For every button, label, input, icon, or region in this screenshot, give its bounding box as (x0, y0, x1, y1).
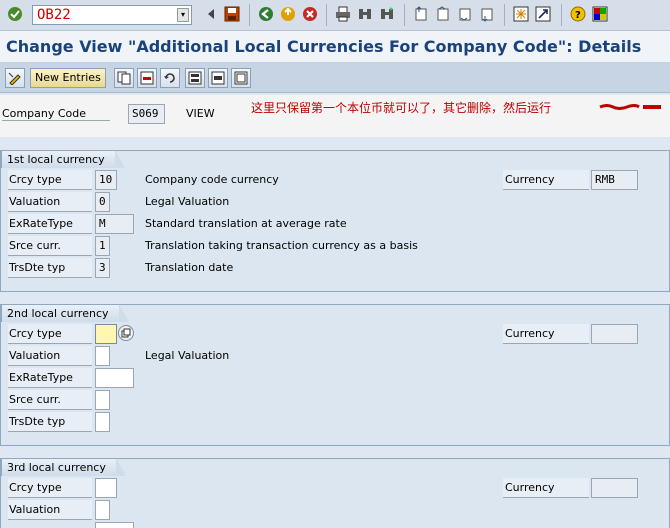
crcy-type-field[interactable] (95, 478, 117, 498)
create-session-icon[interactable] (512, 5, 530, 23)
redaction-scribble (599, 104, 661, 110)
trsdte-typ-field[interactable]: 3 (95, 258, 110, 278)
currency-field[interactable] (591, 478, 638, 498)
deselect-all-icon[interactable] (231, 68, 251, 88)
valuation-field[interactable]: 0 (95, 192, 110, 212)
valuation-label: Valuation (8, 192, 92, 212)
crcy-type-label: Crcy type (8, 324, 92, 344)
valuation-field[interactable] (95, 346, 110, 366)
trsdte-typ-desc: Translation date (145, 261, 234, 274)
exratetype-field[interactable] (95, 522, 134, 528)
exratetype-label: ExRateType (8, 214, 92, 234)
srce-curr-desc: Translation taking transaction currency … (145, 239, 418, 252)
company-code-label: Company Code (2, 107, 110, 121)
exratetype-field[interactable]: M (95, 214, 134, 234)
find-icon[interactable] (356, 5, 374, 23)
trsdte-typ-label: TrsDte typ (8, 258, 92, 278)
shortcut-icon[interactable] (534, 5, 552, 23)
srce-curr-label: Srce curr. (8, 236, 92, 256)
crcy-type-field[interactable]: 10 (95, 170, 117, 190)
copy-as-icon[interactable] (114, 68, 134, 88)
currency-label: Currency (503, 478, 589, 498)
crcy-type-desc: Company code currency (145, 173, 279, 186)
save-icon[interactable] (223, 5, 241, 23)
currency-label: Currency (503, 324, 589, 344)
print-icon[interactable] (334, 5, 352, 23)
command-field-value[interactable]: OB22 (37, 7, 71, 23)
page-title: Change View "Additional Local Currencies… (6, 37, 642, 56)
svg-text:?: ? (575, 10, 581, 21)
back-icon[interactable] (257, 5, 275, 23)
trsdte-typ-label: TrsDte typ (8, 412, 92, 432)
exratetype-field[interactable] (95, 368, 134, 388)
group-title: 1st local currency (1, 150, 125, 168)
srce-curr-field[interactable]: 1 (95, 236, 110, 256)
valuation-label: Valuation (8, 346, 92, 366)
last-page-icon[interactable] (478, 5, 496, 23)
group-title: 3rd local currency (1, 458, 126, 476)
help-icon[interactable]: ? (569, 5, 587, 23)
next-page-icon[interactable] (456, 5, 474, 23)
trsdte-typ-field[interactable] (95, 412, 110, 432)
exratetype-label: ExRateType (8, 368, 92, 388)
currency-field[interactable]: RMB (591, 170, 638, 190)
command-toggle-icon[interactable] (202, 5, 220, 23)
application-toolbar: New Entries (0, 63, 670, 93)
view-text: VIEW (186, 107, 215, 120)
company-code-field[interactable]: S069 (128, 104, 165, 124)
command-dropdown-icon[interactable]: ▾ (177, 8, 189, 22)
first-page-icon[interactable] (412, 5, 430, 23)
enter-icon[interactable] (6, 5, 24, 23)
crcy-type-label: Crcy type (8, 170, 92, 190)
exratetype-desc: Standard translation at average rate (145, 217, 347, 230)
undo-icon[interactable] (160, 68, 180, 88)
title-bar: Change View "Additional Local Currencies… (0, 31, 670, 63)
crcy-type-label: Crcy type (8, 478, 92, 498)
select-block-icon[interactable] (208, 68, 228, 88)
annotation-note: 这里只保留第一个本位币就可以了，其它删除，然后运行 (251, 101, 552, 115)
previous-page-icon[interactable] (434, 5, 452, 23)
valuation-desc: Legal Valuation (145, 349, 230, 362)
group-title: 2nd local currency (1, 304, 128, 322)
display-change-icon[interactable] (5, 68, 25, 88)
valuation-field[interactable] (95, 500, 110, 520)
valuation-desc: Legal Valuation (145, 195, 230, 208)
srce-curr-label: Srce curr. (8, 390, 92, 410)
system-toolbar: OB22 ▾ ? (0, 0, 670, 31)
select-all-icon[interactable] (185, 68, 205, 88)
command-field[interactable]: OB22 ▾ (32, 5, 192, 25)
find-next-icon[interactable] (378, 5, 396, 23)
crcy-type-field[interactable] (95, 324, 117, 344)
customize-layout-icon[interactable] (591, 5, 609, 23)
currency-label: Currency (503, 170, 589, 190)
exit-icon[interactable] (279, 5, 297, 23)
valuation-label: Valuation (8, 500, 92, 520)
cancel-icon[interactable] (301, 5, 319, 23)
delete-icon[interactable] (137, 68, 157, 88)
new-entries-button[interactable]: New Entries (30, 68, 106, 88)
srce-curr-field[interactable] (95, 390, 110, 410)
possible-entries-icon[interactable] (118, 325, 134, 341)
currency-field[interactable] (591, 324, 638, 344)
